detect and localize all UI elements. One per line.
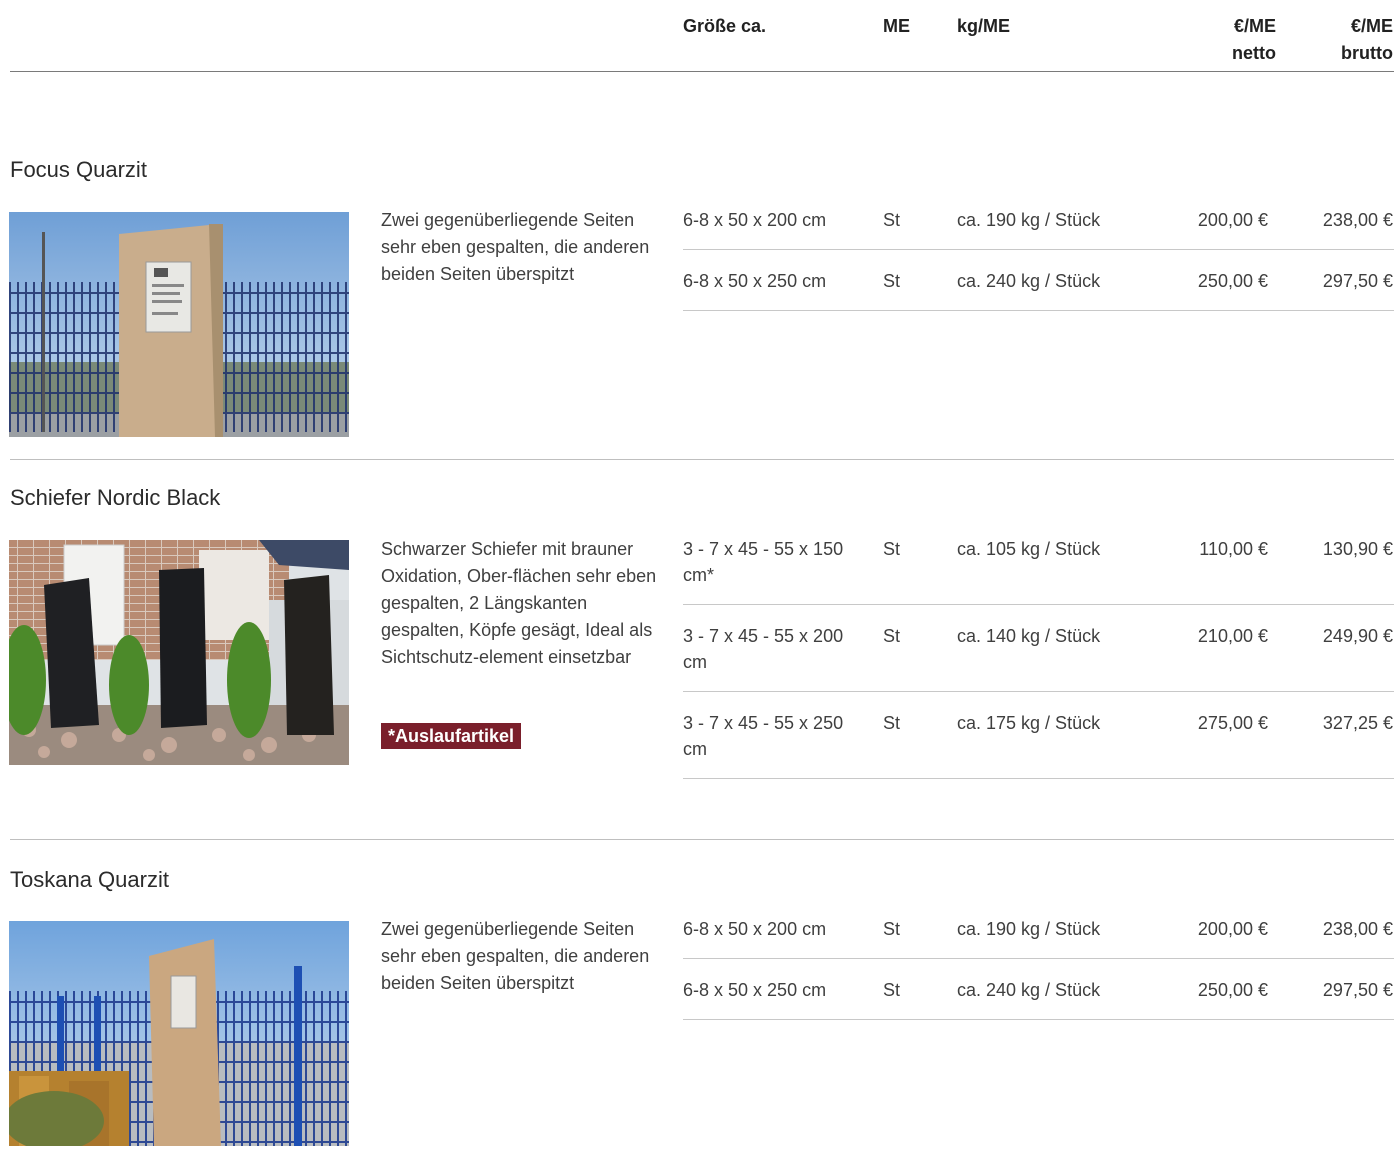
product-title: Toskana Quarzit: [10, 867, 169, 892]
cell-gross: 130,90 €: [1322, 539, 1393, 559]
row-divider: [683, 691, 1394, 692]
product-photo-schiefer-nordic-black: [9, 540, 349, 765]
discontinued-badge: *Auslaufartikel: [381, 723, 522, 749]
cell-unit: St: [883, 713, 901, 733]
cell-unit: St: [883, 210, 901, 230]
cell-unit: St: [883, 980, 901, 1000]
col-header-net-line2: netto: [1232, 43, 1276, 63]
cell-gross: 238,00 €: [1322, 919, 1393, 939]
cell-gross: 238,00 €: [1322, 210, 1393, 230]
cell-net: 200,00 €: [1197, 210, 1268, 230]
cell-net: 275,00 €: [1197, 713, 1268, 733]
header-divider: [10, 71, 1394, 72]
row-divider: [683, 310, 1394, 311]
cell-weight: ca. 105 kg / Stück: [957, 539, 1101, 559]
cell-size: 6-8 x 50 x 250 cm: [683, 980, 827, 1000]
col-header-weight: kg/ME: [957, 16, 1011, 36]
col-header-gross: €/ME brutto: [1293, 13, 1393, 67]
row-divider: [683, 958, 1394, 959]
col-header-size: Größe ca.: [683, 16, 767, 36]
cell-size: 3 - 7 x 45 - 55 x 150 cm*: [683, 539, 844, 585]
cell-net: 250,00 €: [1197, 271, 1268, 291]
product-title: Schiefer Nordic Black: [10, 485, 221, 510]
cell-size: 3 - 7 x 45 - 55 x 250 cm: [683, 713, 844, 759]
section-divider: [10, 459, 1394, 460]
cell-unit: St: [883, 626, 901, 646]
product-photo-toskana-quarzit: [9, 921, 349, 1146]
cell-weight: ca. 190 kg / Stück: [957, 919, 1101, 939]
cell-gross: 297,50 €: [1322, 980, 1393, 1000]
cell-weight: ca. 140 kg / Stück: [957, 626, 1101, 646]
product-description: Zwei gegenüberliegende Seiten sehr eben …: [381, 210, 650, 284]
cell-net: 210,00 €: [1197, 626, 1268, 646]
cell-gross: 249,90 €: [1322, 626, 1393, 646]
product-title: Focus Quarzit: [10, 157, 147, 182]
cell-weight: ca. 240 kg / Stück: [957, 271, 1101, 291]
row-divider: [683, 249, 1394, 250]
cell-weight: ca. 190 kg / Stück: [957, 210, 1101, 230]
cell-gross: 297,50 €: [1322, 271, 1393, 291]
col-header-unit: ME: [883, 16, 910, 36]
col-header-net: €/ME netto: [1176, 13, 1276, 67]
cell-unit: St: [883, 271, 901, 291]
cell-size: 3 - 7 x 45 - 55 x 200 cm: [683, 626, 844, 672]
cell-size: 6-8 x 50 x 200 cm: [683, 210, 827, 230]
cell-size: 6-8 x 50 x 250 cm: [683, 271, 827, 291]
cell-unit: St: [883, 919, 901, 939]
row-divider: [683, 604, 1394, 605]
col-header-net-line1: €/ME: [1233, 16, 1276, 36]
cell-unit: St: [883, 539, 901, 559]
section-divider: [10, 839, 1394, 840]
cell-net: 110,00 €: [1199, 539, 1268, 559]
col-header-gross-line1: €/ME: [1350, 16, 1393, 36]
row-divider: [683, 1019, 1394, 1020]
cell-weight: ca. 175 kg / Stück: [957, 713, 1101, 733]
col-header-gross-line2: brutto: [1341, 43, 1393, 63]
row-divider: [683, 778, 1394, 779]
cell-gross: 327,25 €: [1322, 713, 1393, 733]
product-description: Zwei gegenüberliegende Seiten sehr eben …: [381, 919, 650, 993]
cell-size: 6-8 x 50 x 200 cm: [683, 919, 827, 939]
cell-weight: ca. 240 kg / Stück: [957, 980, 1101, 1000]
product-description: Schwarzer Schiefer mit brauner Oxidation…: [381, 539, 657, 667]
cell-net: 200,00 €: [1197, 919, 1268, 939]
cell-net: 250,00 €: [1197, 980, 1268, 1000]
product-photo-focus-quarzit: [9, 212, 349, 437]
